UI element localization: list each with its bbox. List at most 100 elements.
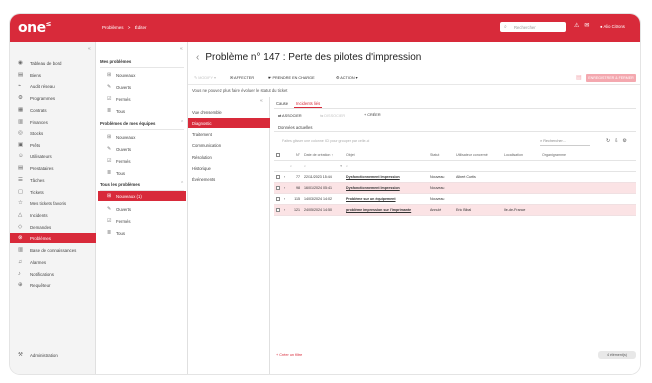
filter-date[interactable]: ⌕ ▾ bbox=[302, 160, 344, 172]
cell-subject-link[interactable]: Dysfonctionnement Impression bbox=[344, 182, 428, 194]
nav-administration[interactable]: ⚒ Administration bbox=[14, 352, 58, 358]
row-checkbox[interactable] bbox=[276, 174, 280, 179]
cell-subject-link[interactable]: Problème sur un équipement bbox=[344, 193, 428, 205]
nav-suppliers[interactable]: ▤ Prestataires bbox=[14, 163, 92, 173]
section-treatment[interactable]: Traitement bbox=[188, 129, 270, 139]
header-status[interactable]: Statut bbox=[428, 150, 454, 161]
section-overview[interactable]: Vue d'ensemble bbox=[188, 107, 270, 117]
header-org[interactable]: Organigramme bbox=[540, 150, 636, 161]
header-number[interactable]: N° bbox=[288, 150, 302, 161]
row-checkbox[interactable] bbox=[276, 196, 280, 201]
settings-icon[interactable]: ⚙ bbox=[622, 138, 626, 144]
filter-cell[interactable] bbox=[540, 160, 636, 172]
back-arrow-icon[interactable]: ‹ bbox=[196, 52, 199, 63]
global-search-input[interactable]: ⌕ Rechercher bbox=[500, 22, 566, 32]
row-checkbox[interactable] bbox=[276, 185, 280, 190]
app-logo[interactable]: one≤ bbox=[18, 20, 52, 36]
header-subject[interactable]: Objet bbox=[344, 150, 428, 161]
tab-cause[interactable]: Cause bbox=[274, 100, 290, 107]
filter-number[interactable]: ⌕ bbox=[288, 160, 302, 172]
row-select[interactable] bbox=[274, 182, 282, 194]
create-filter-link[interactable]: + Créer un filtre bbox=[276, 353, 302, 357]
nav-finances[interactable]: ▥ Finances bbox=[14, 117, 92, 127]
my-problems-closed[interactable]: ☑ Fermés bbox=[106, 94, 186, 104]
nav-loans[interactable]: ▣ Prêts bbox=[14, 140, 92, 150]
nav-problems[interactable]: ⊗ Problèmes bbox=[10, 233, 96, 243]
associate-button[interactable]: ⇄ ASSOCIER bbox=[278, 113, 302, 118]
nav-contracts[interactable]: ▦ Contrats bbox=[14, 105, 92, 115]
export-icon[interactable]: ⇩ bbox=[614, 138, 618, 144]
row-select[interactable] bbox=[274, 193, 282, 205]
nav-users[interactable]: ☺ Utilisateurs bbox=[14, 151, 92, 161]
print-icon[interactable]: ▤ bbox=[576, 74, 584, 82]
team-problems-open[interactable]: ✎ Ouverts bbox=[106, 144, 186, 154]
collapse-subnav-icon[interactable]: « bbox=[180, 46, 183, 52]
filter-cell[interactable] bbox=[502, 160, 540, 172]
nav-notifications[interactable]: ♪ Notifications bbox=[14, 269, 92, 279]
nav-dashboard[interactable]: ◉ Tableau de bord bbox=[14, 58, 92, 68]
warning-icon[interactable]: ⚠ bbox=[574, 23, 579, 29]
mail-icon[interactable]: ✉ bbox=[584, 23, 589, 29]
team-problems-new[interactable]: ⊞ Nouveaux bbox=[106, 132, 186, 142]
collapse-sidebar-icon[interactable]: « bbox=[88, 46, 91, 52]
nav-favorite-tickets[interactable]: ☆ Mes tickets favoris bbox=[14, 198, 92, 208]
team-problems-closed[interactable]: ☑ Fermés bbox=[106, 156, 186, 166]
section-diagnostic[interactable]: Diagnostic bbox=[188, 118, 270, 128]
action-menu-button[interactable]: ⚙ ACTION ▾ bbox=[336, 75, 358, 80]
grid-search-input[interactable]: ⌕ Rechercher... bbox=[540, 139, 566, 143]
assign-button[interactable]: ✉ AFFECTER bbox=[230, 75, 254, 80]
collapse-section-menu-icon[interactable]: « bbox=[260, 98, 263, 104]
take-charge-button[interactable]: ☛ PRENDRE EN CHARGE bbox=[268, 75, 315, 80]
select-all-checkbox[interactable] bbox=[276, 152, 280, 157]
nav-requests[interactable]: ◇ Demandes bbox=[14, 222, 92, 232]
section-communication[interactable]: Communication bbox=[188, 140, 270, 150]
dissociate-button[interactable]: ⇆ DISSOCIER bbox=[320, 113, 345, 118]
user-menu[interactable]: ● Alio Citrons bbox=[600, 24, 625, 29]
team-problems-all[interactable]: ≣ Tous bbox=[106, 168, 186, 178]
section-events[interactable]: Événements bbox=[188, 174, 270, 184]
table-row[interactable]: › 115 14/03/2024 14:02 Problème sur un é… bbox=[274, 193, 636, 205]
all-problems-all[interactable]: ≣ Tous bbox=[106, 228, 186, 238]
nav-assets[interactable]: ▤ Biens bbox=[14, 70, 92, 80]
nav-knowledge-base[interactable]: ▥ Base de connaissances bbox=[14, 245, 92, 255]
my-problems-open[interactable]: ✎ Ouverts bbox=[106, 82, 186, 92]
modify-button[interactable]: ✎ MODIFY ▾ bbox=[194, 75, 216, 80]
refresh-icon[interactable]: ↻ bbox=[606, 138, 610, 144]
filter-cell[interactable] bbox=[428, 160, 454, 172]
nav-network-audit[interactable]: ⌁ Audit réseau bbox=[14, 81, 92, 91]
all-problems-closed[interactable]: ☑ Fermés bbox=[106, 216, 186, 226]
chevron-up-icon[interactable]: ⌃ bbox=[180, 120, 184, 126]
section-resolution[interactable]: Résolution bbox=[188, 152, 270, 162]
nav-alarms[interactable]: ♫ Alarmes bbox=[14, 257, 92, 267]
row-select[interactable] bbox=[274, 204, 282, 216]
table-row[interactable]: › 121 24/05/2024 14:50 problème impressi… bbox=[274, 204, 636, 216]
header-location[interactable]: Localisation bbox=[502, 150, 540, 161]
nav-incidents[interactable]: △ Incidents bbox=[14, 210, 92, 220]
all-problems-new[interactable]: ⊞ Nouveaux (1) bbox=[98, 191, 186, 201]
cell-subject-link[interactable]: Dysfonctionnement Impression bbox=[344, 171, 428, 183]
filter-subject[interactable]: ⌕ bbox=[344, 160, 428, 172]
nav-stocks[interactable]: ◎ Stocks bbox=[14, 128, 92, 138]
nav-query-builder[interactable]: ⊕ Requêteur bbox=[14, 280, 92, 290]
all-problems-open[interactable]: ✎ Ouverts bbox=[106, 204, 186, 214]
header-user[interactable]: Utilisateur concerné bbox=[454, 150, 502, 161]
row-select[interactable] bbox=[274, 171, 282, 183]
create-button[interactable]: + CRÉER bbox=[364, 113, 381, 117]
header-select-all[interactable] bbox=[274, 150, 282, 161]
section-history[interactable]: Historique bbox=[188, 163, 270, 173]
filter-cell[interactable] bbox=[454, 160, 502, 172]
chevron-up-icon[interactable]: ⌃ bbox=[180, 181, 184, 187]
row-checkbox[interactable] bbox=[276, 207, 280, 212]
header-created[interactable]: Date de création ↑ bbox=[302, 150, 344, 161]
my-problems-new[interactable]: ⊞ Nouveaux bbox=[106, 70, 186, 80]
my-problems-all[interactable]: ≣ Tous bbox=[106, 106, 186, 116]
breadcrumb-problems[interactable]: Problèmes bbox=[102, 25, 124, 30]
tab-linked-incidents[interactable]: Incidents liés bbox=[294, 100, 323, 108]
cell-subject-link[interactable]: problème impression sur l'imprimante bbox=[344, 204, 428, 216]
nav-tasks[interactable]: ☰ Tâches bbox=[14, 175, 92, 185]
nav-programs[interactable]: ⚙ Programmes bbox=[14, 93, 92, 103]
save-close-button[interactable]: ENREGISTRER & FERMER bbox=[586, 74, 636, 82]
table-row[interactable]: › 77 22/11/2023 15:44 Dysfonctionnement … bbox=[274, 171, 636, 183]
nav-tickets[interactable]: ▢ Tickets bbox=[14, 187, 92, 197]
table-row[interactable]: › 98 16/01/2024 05:41 Dysfonctionnement … bbox=[274, 182, 636, 194]
